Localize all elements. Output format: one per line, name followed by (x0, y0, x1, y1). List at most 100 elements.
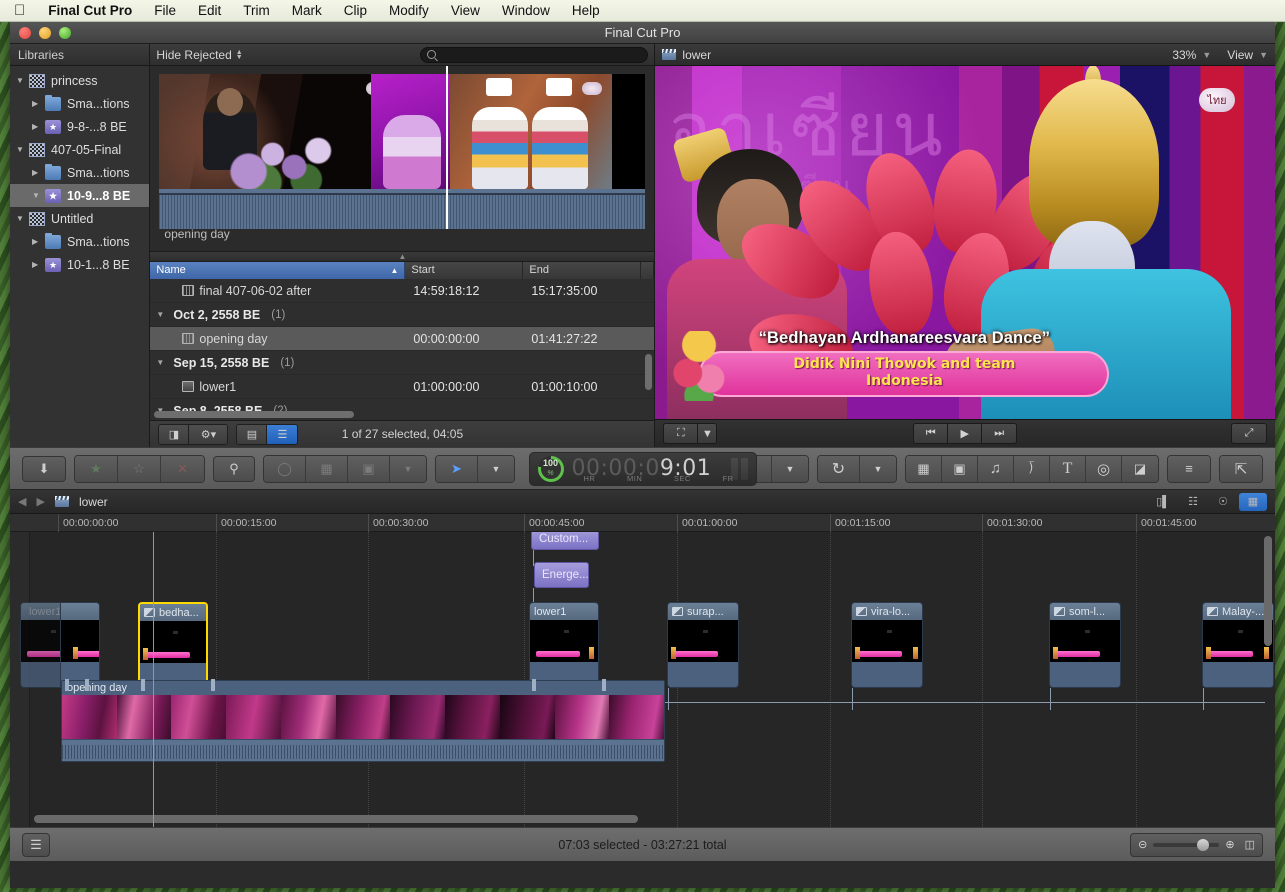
clip-name-cell[interactable]: lower1 (150, 380, 405, 394)
skimming-audio-icon[interactable]: ☉ (1209, 493, 1237, 511)
group-header-cell[interactable]: ▼ Sep 15, 2558 BE (1) (150, 356, 405, 370)
vertical-scrollbar[interactable] (645, 354, 653, 390)
title-clip-custom[interactable]: Custom... (531, 532, 599, 550)
menu-item-file[interactable]: File (143, 0, 187, 22)
titles-button[interactable]: T (1050, 455, 1086, 482)
share-button[interactable]: ⇱ (1220, 455, 1262, 482)
unrate-button[interactable]: ☆ (118, 455, 161, 482)
zoom-slider-knob[interactable] (1197, 838, 1210, 851)
chevron-down-icon[interactable]: ▼ (772, 455, 808, 482)
chevron-down-icon[interactable]: ▼ (16, 145, 29, 154)
menu-item-final-cut-pro[interactable]: Final Cut Pro (37, 0, 143, 22)
clip-list-table[interactable]: Name ▲ Start End final 407-06-02 after 1… (150, 262, 655, 420)
stepper-icon[interactable]: ▲ ▼ (236, 49, 243, 61)
zoom-slider[interactable] (1153, 838, 1220, 851)
viewer-view-menu[interactable]: View (1227, 48, 1253, 62)
insert-clip-button[interactable]: ▦ (306, 455, 348, 482)
menu-item-clip[interactable]: Clip (333, 0, 378, 22)
chevron-down-icon[interactable]: ▼ (32, 191, 45, 200)
menu-bar[interactable]:  Final Cut Pro File Edit Trim Mark Clip… (0, 0, 1285, 22)
sidebar-item-untitled[interactable]: ▼ Untitled (10, 207, 149, 230)
inspector-group[interactable]: ≡ (1167, 454, 1211, 483)
themes-button[interactable]: ◪ (1122, 455, 1158, 482)
photos-button[interactable]: ▣ (942, 455, 978, 482)
media-browser-button[interactable]: ▦ (906, 455, 942, 482)
chevron-right-icon[interactable]: ▶ (32, 99, 45, 108)
column-header-end[interactable]: End (523, 262, 642, 279)
menu-item-mark[interactable]: Mark (281, 0, 333, 22)
table-row[interactable]: opening day 00:00:00:00 01:41:27:22 (150, 327, 655, 351)
connect-clip-button[interactable]: ◯ (264, 455, 306, 482)
title-clip-energetic[interactable]: Energe... (534, 562, 589, 588)
music-button[interactable]: ♫ (978, 455, 1014, 482)
sidebar-item-princess[interactable]: ▼ princess (10, 69, 149, 92)
timeline-clip-lower1-a-body[interactable] (60, 602, 100, 688)
playback-quality-gauge[interactable]: 100 % (537, 455, 564, 482)
go-to-start-button[interactable]: ⏮ (914, 424, 949, 443)
filmstrip-area[interactable]: opening day (150, 66, 655, 251)
table-header-row[interactable]: Name ▲ Start End (150, 262, 655, 279)
table-row[interactable]: final 407-06-02 after 14:59:18:12 15:17:… (150, 279, 655, 303)
chevron-right-icon[interactable]: ▶ (32, 237, 45, 246)
rating-group[interactable]: ★ ☆ ✕ (74, 454, 205, 483)
sidebar-item-smart-collections-1[interactable]: ▶ Sma...tions (10, 92, 149, 115)
hide-rejected-dropdown[interactable]: Hide Rejected ▲ ▼ (156, 48, 242, 62)
timeline-clip-surapsa[interactable]: surap... (667, 602, 739, 688)
timeline-body[interactable]: Custom... Energe... lower1 bedha... lowe… (10, 532, 1275, 827)
timeline-clip-bedhayan[interactable]: bedha... (138, 602, 208, 688)
timeline-clip-lower1-b[interactable]: lower1 (529, 602, 599, 688)
sidebar-item-smart-collections-2[interactable]: ▶ Sma...tions (10, 161, 149, 184)
table-row[interactable]: ▼ Sep 15, 2558 BE (1) (150, 351, 655, 375)
browser-search-box[interactable] (420, 46, 649, 63)
chevron-right-icon[interactable]: ▶ (32, 260, 45, 269)
primary-storyline-clip[interactable]: opening day (61, 680, 665, 762)
viewer-zoom-level[interactable]: 33% (1172, 48, 1196, 62)
import-media-button[interactable]: ⬇ (22, 455, 66, 482)
group-header-cell[interactable]: ▼ Oct 2, 2558 BE (1) (150, 308, 405, 322)
timeline-horizontal-scrollbar[interactable] (34, 815, 638, 823)
sidebar-item-407-05-final[interactable]: ▼ 407-05-Final (10, 138, 149, 161)
sidebar-item-event-9-8[interactable]: ▶ ★ 9-8-...8 BE (10, 115, 149, 138)
menu-item-edit[interactable]: Edit (187, 0, 232, 22)
timecode-display[interactable]: 100 % 00:00:0 9:01 HR MIN SEC FR (528, 451, 757, 486)
menu-item-view[interactable]: View (440, 0, 491, 22)
edit-group[interactable]: ◯ ▦ ▣ ▼ (263, 454, 427, 483)
sidebar-item-smart-collections-3[interactable]: ▶ Sma...tions (10, 230, 149, 253)
title-bar[interactable]: Final Cut Pro (10, 22, 1275, 44)
column-header-start[interactable]: Start (405, 262, 524, 279)
sidebar-item-event-10-1[interactable]: ▶ ★ 10-1...8 BE (10, 253, 149, 276)
apple-menu-icon[interactable]:  (14, 0, 37, 22)
filmstrip-skimmer[interactable] (446, 66, 449, 229)
chevron-down-icon[interactable]: ▼ (156, 310, 168, 319)
reject-button[interactable]: ✕ (161, 455, 204, 482)
clip-appearance-icon[interactable]: ▯▌ (1149, 493, 1177, 511)
timeline-ruler[interactable]: 00:00:00:00 00:00:15:00 00:00:30:00 00:0… (10, 514, 1275, 532)
sidebar-item-event-10-9[interactable]: ▼ ★ 10-9...8 BE (10, 184, 150, 207)
browser-splitter[interactable]: ▲ (150, 251, 655, 262)
timeline-right-icons[interactable]: ▯▌ ☷ ☉ ▦ (1149, 492, 1267, 511)
retime-group[interactable]: ↻ ▼ (817, 454, 897, 483)
chevron-down-icon[interactable]: ▼ (16, 214, 29, 223)
table-row[interactable]: lower1 01:00:00:00 01:00:10:00 (150, 375, 655, 399)
horizontal-scrollbar[interactable] (154, 411, 355, 418)
forward-arrow-icon[interactable]: ▶ (36, 495, 44, 508)
timeline-clip-som-l[interactable]: som-l... (1049, 602, 1121, 688)
table-row[interactable]: ▼ Oct 2, 2558 BE (1) (150, 303, 655, 327)
viewer-canvas[interactable]: อาเซียน ร่วมอาเซียน ไทย (655, 66, 1275, 419)
chevron-down-icon[interactable]: ▼ (16, 76, 29, 85)
chevron-down-icon[interactable]: ▼ (1259, 50, 1268, 60)
generators-button[interactable]: ◎ (1086, 455, 1122, 482)
keyword-button[interactable]: ⚲ (213, 455, 255, 482)
chevron-down-icon[interactable]: ▼ (478, 455, 514, 482)
clip-name-cell[interactable]: opening day (150, 332, 405, 346)
library-tree[interactable]: ▼ princess ▶ Sma...tions ▶ ★ 9-8-...8 BE… (10, 66, 150, 447)
chevron-right-icon[interactable]: ▶ (32, 122, 45, 131)
media-library-group[interactable]: ▦ ▣ ♫ ⟌ T ◎ ◪ (905, 454, 1159, 483)
menu-item-trim[interactable]: Trim (232, 0, 281, 22)
clip-name-cell[interactable]: final 407-06-02 after (150, 284, 405, 298)
append-clip-button[interactable]: ▣ (348, 455, 390, 482)
favorite-button[interactable]: ★ (75, 455, 118, 482)
timeline-index-icon[interactable]: ▦ (1239, 492, 1267, 511)
timeline-playhead[interactable] (153, 532, 154, 827)
menu-item-modify[interactable]: Modify (378, 0, 440, 22)
